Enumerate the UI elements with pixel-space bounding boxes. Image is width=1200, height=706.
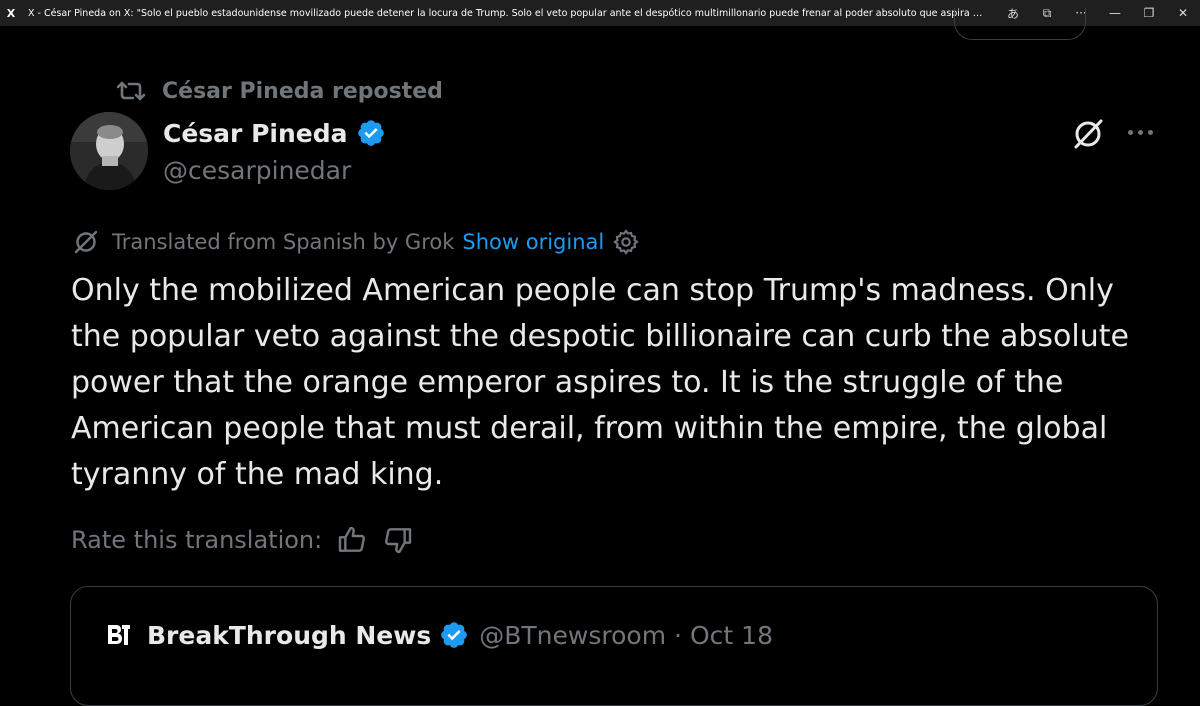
repost-label: César Pineda reposted: [162, 78, 443, 104]
x-logo-icon: X: [6, 6, 16, 20]
tweet-text: Only the mobilized American people can s…: [71, 273, 1129, 492]
separator: ·: [674, 620, 682, 650]
rate-label: Rate this translation:: [71, 526, 323, 554]
quoted-tweet[interactable]: BreakThrough News @BTnewsroom · Oct 18: [70, 586, 1158, 706]
verified-badge-icon: [357, 120, 384, 146]
thumbs-down-icon[interactable]: [382, 524, 414, 556]
avatar[interactable]: [70, 112, 148, 190]
translation-label: Translated from Spanish by Grok: [112, 230, 455, 254]
minimize-button[interactable]: —: [1098, 6, 1132, 20]
more-options-icon[interactable]: [1120, 116, 1160, 148]
verified-badge-icon: [441, 622, 468, 648]
author-handle[interactable]: @cesarpinedar: [163, 156, 351, 185]
show-original-link[interactable]: Show original: [462, 230, 604, 254]
restore-button[interactable]: ❐: [1132, 6, 1166, 20]
repost-indicator[interactable]: César Pineda reposted: [116, 76, 443, 106]
author-name[interactable]: César Pineda: [163, 119, 348, 148]
close-button[interactable]: ✕: [1166, 6, 1200, 20]
gear-icon[interactable]: [612, 228, 640, 256]
translation-bar: Translated from Spanish by Grok Show ori…: [72, 226, 640, 258]
quoted-tweet-date[interactable]: Oct 18: [690, 621, 773, 650]
rate-translation: Rate this translation:: [71, 522, 414, 558]
author-name-row[interactable]: César Pineda: [163, 113, 386, 153]
follow-button-partial[interactable]: [954, 8, 1086, 40]
thumbs-up-icon[interactable]: [336, 524, 368, 556]
grok-icon: [74, 230, 98, 254]
breakthrough-logo-icon: [103, 620, 133, 650]
repost-icon: [116, 77, 148, 105]
quoted-tweet-header: BreakThrough News @BTnewsroom · Oct 18: [103, 617, 773, 653]
quoted-author-name[interactable]: BreakThrough News: [147, 621, 431, 650]
window-title: X - César Pineda on X: "Solo el pueblo e…: [28, 7, 996, 19]
quoted-author-handle[interactable]: @BTnewsroom: [479, 621, 666, 650]
grok-icon[interactable]: [1070, 116, 1106, 152]
